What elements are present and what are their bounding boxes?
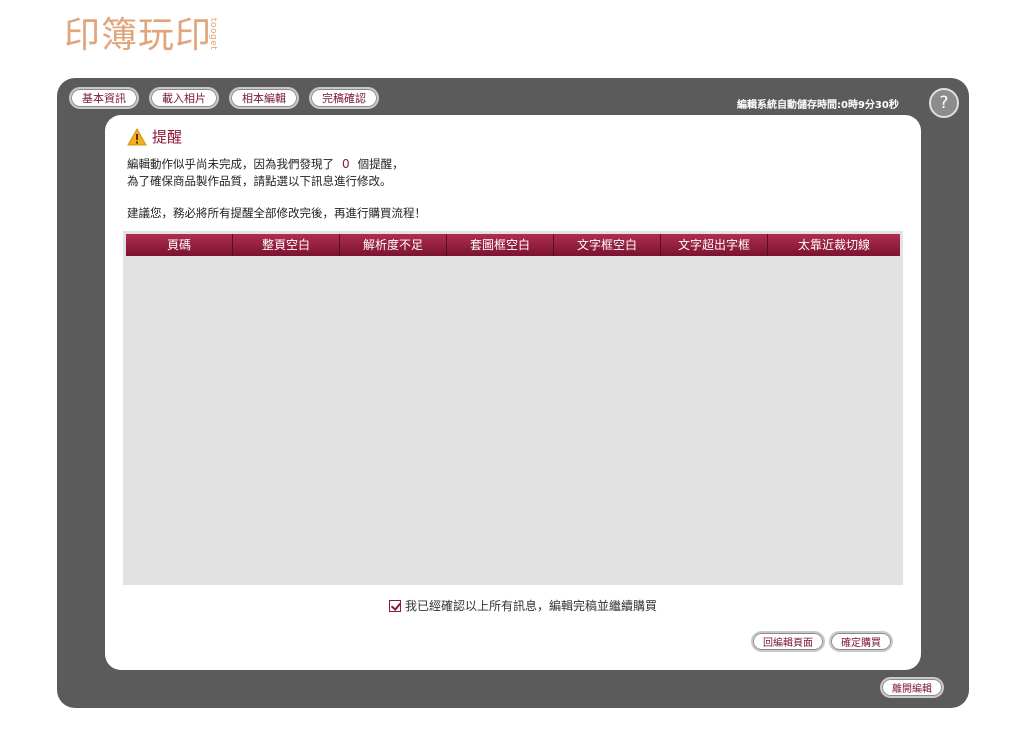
top-nav: 基本資訊 載入相片 相本編輯 完稿確認 — [69, 87, 379, 109]
logo-text: 印簿玩印 — [64, 15, 213, 56]
alert-line-3: 建議您，務必將所有提醒全部修改完後，再進行購買流程！ — [127, 206, 426, 220]
table-header: 頁碼 整頁空白 解析度不足 套圖框空白 文字框空白 文字超出字框 太靠近裁切線 — [126, 234, 900, 256]
confirm-purchase-button[interactable]: 確定購買 — [829, 631, 893, 652]
col-text-overflow[interactable]: 文字超出字框 — [661, 234, 768, 256]
confirm-row: 我已經確認以上所有訊息，編輯完稿並繼續購買 — [389, 597, 657, 614]
nav-album-edit[interactable]: 相本編輯 — [229, 87, 299, 109]
autosave-status: 編輯系統自動儲存時間:0時9分30秒 — [737, 100, 899, 111]
confirm-label: 我已經確認以上所有訊息，編輯完稿並繼續購買 — [405, 599, 658, 613]
col-empty-frame[interactable]: 套圖框空白 — [447, 234, 554, 256]
back-to-edit-button[interactable]: 回編輯頁面 — [751, 631, 825, 652]
alert-count: 0 — [342, 157, 350, 171]
nav-final-check[interactable]: 完稿確認 — [309, 87, 379, 109]
alert-panel: 提醒 編輯動作似乎尚未完成，因為我們發現了 0 個提醒， 為了確保商品製作品質，請點… — [105, 115, 921, 670]
col-empty-textbox[interactable]: 文字框空白 — [554, 234, 661, 256]
alert-line-1-prefix: 編輯動作似乎尚未完成，因為我們發現了 — [127, 157, 334, 171]
logo-sub: tooget — [208, 18, 219, 51]
nav-basic-info[interactable]: 基本資訊 — [69, 87, 139, 109]
col-page[interactable]: 頁碼 — [126, 234, 233, 256]
logo: 印簿玩印 tooget — [64, 12, 218, 62]
col-near-trim[interactable]: 太靠近裁切線 — [768, 234, 900, 256]
help-icon[interactable]: ? — [929, 88, 959, 118]
alert-line-1: 編輯動作似乎尚未完成，因為我們發現了 0 個提醒， — [127, 156, 404, 172]
confirm-checkbox[interactable] — [389, 599, 401, 612]
col-blank-page[interactable]: 整頁空白 — [233, 234, 340, 256]
alert-line-2: 為了確保商品製作品質，請點選以下訊息進行修改。 — [127, 174, 392, 188]
leave-editor-button[interactable]: 離開編輯 — [880, 677, 944, 698]
col-low-resolution[interactable]: 解析度不足 — [340, 234, 447, 256]
editor-frame: 基本資訊 載入相片 相本編輯 完稿確認 編輯系統自動儲存時間:0時9分30秒 ?… — [57, 78, 969, 708]
alert-heading: 提醒 — [127, 126, 182, 147]
nav-load-photos[interactable]: 載入相片 — [149, 87, 219, 109]
issues-table: 頁碼 整頁空白 解析度不足 套圖框空白 文字框空白 文字超出字框 太靠近裁切線 — [123, 231, 903, 585]
alert-title: 提醒 — [152, 128, 183, 146]
alert-line-1-suffix: 個提醒， — [357, 157, 404, 171]
warning-icon — [127, 127, 147, 145]
